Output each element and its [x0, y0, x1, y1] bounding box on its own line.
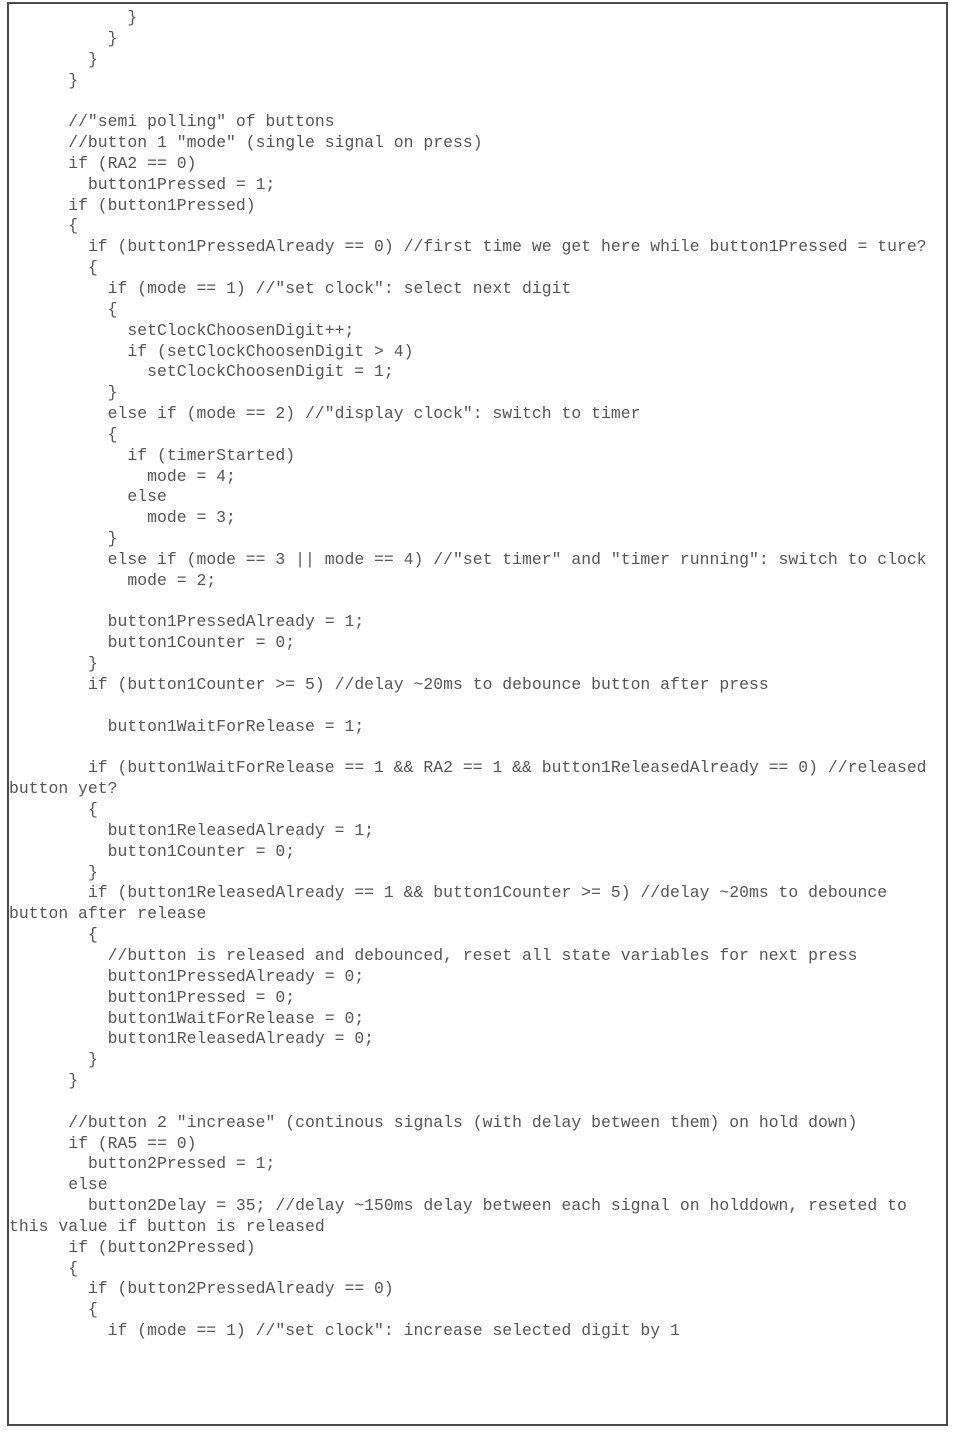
code-line: { [9, 299, 118, 319]
code-listing: } } } } //"semi polling" of buttons //bu… [9, 8, 946, 1342]
code-line: //button 2 "increase" (continous signals… [9, 1112, 858, 1132]
code-line: mode = 4; [9, 466, 236, 486]
code-line: else [9, 487, 167, 507]
code-line: if (setClockChoosenDigit > 4) [9, 341, 414, 361]
code-line: } [9, 70, 79, 90]
code-line: button1Pressed = 0; [9, 987, 296, 1007]
code-line: if (button1WaitForRelease == 1 && RA2 ==… [9, 758, 937, 799]
code-line: button1Pressed = 1; [9, 174, 276, 194]
code-line: if (timerStarted) [9, 445, 296, 465]
code-line: button1Counter = 0; [9, 841, 296, 861]
code-line: } [9, 862, 98, 882]
code-line: if (button1ReleasedAlready == 1 && butto… [9, 883, 897, 924]
code-line: } [9, 383, 118, 403]
code-line: button2Pressed = 1; [9, 1154, 276, 1174]
code-line: { [9, 800, 98, 820]
code-line: if (mode == 1) //"set clock": select nex… [9, 278, 572, 298]
code-line: else [9, 1175, 108, 1195]
code-line: { [9, 258, 98, 278]
code-line: else if (mode == 3 || mode == 4) //"set … [9, 549, 927, 569]
code-line: else if (mode == 2) //"display clock": s… [9, 404, 641, 424]
code-line: { [9, 424, 118, 444]
code-line: if (mode == 1) //"set clock": increase s… [9, 1321, 680, 1341]
code-line: if (button2PressedAlready == 0) [9, 1279, 394, 1299]
code-line: } [9, 654, 98, 674]
code-line: if (RA5 == 0) [9, 1133, 197, 1153]
code-line: setClockChoosenDigit++; [9, 320, 355, 340]
document-page: } } } } //"semi polling" of buttons //bu… [7, 2, 948, 1426]
code-line: } [9, 28, 118, 48]
code-line: button1PressedAlready = 0; [9, 966, 365, 986]
code-line: if (button1PressedAlready == 0) //first … [9, 237, 927, 257]
code-line: button1WaitForRelease = 1; [9, 716, 365, 736]
code-line: } [9, 8, 138, 27]
code-line: mode = 3; [9, 508, 236, 528]
code-line: if (button1Pressed) [9, 195, 256, 215]
code-line: button1ReleasedAlready = 0; [9, 1029, 375, 1049]
code-line: button1Counter = 0; [9, 633, 296, 653]
code-line: //"semi polling" of buttons [9, 112, 335, 132]
code-line: //button is released and debounced, rese… [9, 945, 858, 965]
code-line: mode = 2; [9, 570, 217, 590]
code-line: button1WaitForRelease = 0; [9, 1008, 365, 1028]
code-line: { [9, 216, 79, 236]
code-line: { [9, 1258, 79, 1278]
code-line: button2Delay = 35; //delay ~150ms delay … [9, 1196, 917, 1236]
code-line: //button 1 "mode" (single signal on pres… [9, 133, 483, 153]
code-line: } [9, 1050, 98, 1070]
code-line: if (button1Counter >= 5) //delay ~20ms t… [9, 675, 769, 694]
code-line: if (button2Pressed) [9, 1237, 256, 1257]
code-line: { [9, 925, 98, 945]
code-line: button1ReleasedAlready = 1; [9, 820, 375, 840]
code-line: } [9, 1071, 79, 1091]
code-line: } [9, 49, 98, 69]
code-line: } [9, 529, 118, 549]
code-line: if (RA2 == 0) [9, 153, 197, 173]
code-line: setClockChoosenDigit = 1; [9, 362, 394, 382]
code-line: button1PressedAlready = 1; [9, 612, 365, 632]
code-line: { [9, 1300, 98, 1320]
